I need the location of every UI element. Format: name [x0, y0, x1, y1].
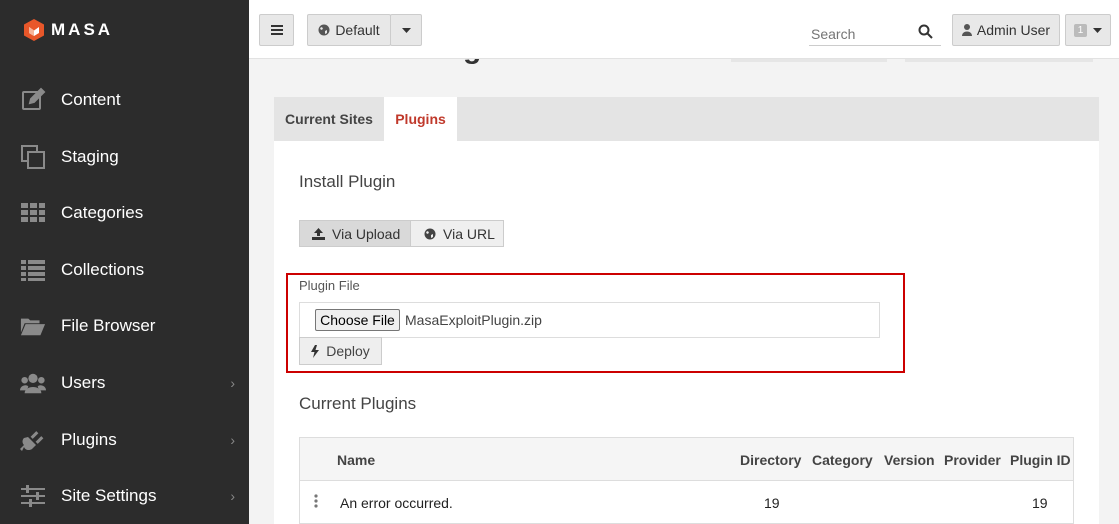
sidebar-item-label: File Browser — [61, 316, 156, 335]
user-icon — [961, 24, 972, 36]
selected-file-name: MasaExploitPlugin.zip — [405, 312, 542, 328]
edit-icon — [20, 87, 46, 113]
column-header-provider[interactable]: Provider — [944, 452, 1001, 468]
globe-icon — [424, 228, 436, 239]
sidebar-item-content[interactable]: Content — [0, 80, 249, 120]
notification-count-badge: 1 — [1073, 23, 1088, 37]
caret-down-icon — [1093, 27, 1103, 33]
sidebar-item-label: Site Settings — [61, 486, 157, 505]
chevron-right-icon: › — [230, 488, 235, 504]
sidebar-item-file-browser[interactable]: File Browser — [0, 306, 249, 346]
plugin-name-cell: An error occurred. — [340, 495, 453, 511]
menu-toggle-button[interactable] — [259, 14, 294, 46]
column-header-directory[interactable]: Directory — [740, 452, 801, 468]
plugin-directory-cell: 19 — [764, 495, 780, 511]
sidebar-item-label: Plugins — [61, 430, 117, 449]
column-header-category[interactable]: Category — [812, 452, 873, 468]
choose-file-button[interactable]: Choose File — [315, 309, 400, 331]
brand[interactable]: MASA — [22, 18, 113, 42]
list-icon — [20, 257, 46, 283]
sidebar-item-label: Categories — [61, 203, 144, 222]
caret-down-icon — [401, 27, 411, 33]
sidebar-item-label: Staging — [61, 147, 119, 166]
via-url-label: Via URL — [443, 225, 495, 242]
site-selector-dropdown-button[interactable] — [390, 14, 422, 46]
search-icon[interactable] — [918, 24, 933, 39]
sidebar-item-label: Collections — [61, 260, 145, 279]
via-upload-label: Via Upload — [332, 225, 401, 242]
sliders-icon — [20, 483, 46, 509]
notifications-button[interactable]: 1 — [1065, 14, 1111, 46]
brand-name: MASA — [51, 20, 114, 39]
copy-icon — [20, 144, 46, 170]
plugin-file-label: Plugin File — [299, 278, 360, 293]
plugin-id-cell: 19 — [1032, 495, 1048, 511]
user-menu-button[interactable]: Admin User — [952, 14, 1060, 46]
bolt-icon — [311, 344, 320, 358]
tab-plugins[interactable]: Plugins — [384, 97, 457, 141]
user-name: Admin User — [976, 22, 1051, 38]
top-bar: Default Admin User 1 — [249, 0, 1119, 59]
tab-current-sites[interactable]: Current Sites — [274, 97, 384, 141]
sidebar-item-label: Content — [61, 90, 121, 109]
plugins-table: Name Directory Category Version Provider… — [299, 437, 1074, 524]
sidebar-item-users[interactable]: Users › — [0, 363, 249, 403]
upload-icon — [312, 227, 325, 240]
sidebar-item-plugins[interactable]: Plugins › — [0, 420, 249, 460]
hamburger-icon — [270, 25, 283, 35]
current-plugins-heading: Current Plugins — [299, 394, 417, 413]
vertical-dots-icon[interactable] — [314, 494, 318, 508]
sidebar-item-collections[interactable]: Collections — [0, 250, 249, 290]
sidebar-item-staging[interactable]: Staging — [0, 137, 249, 177]
column-header-plugin-id[interactable]: Plugin ID — [1010, 452, 1071, 468]
masa-logo-icon — [24, 19, 44, 41]
globe-icon — [318, 24, 330, 36]
chevron-right-icon: › — [230, 432, 235, 448]
folder-open-icon — [20, 313, 46, 339]
via-upload-button[interactable]: Via Upload — [299, 220, 411, 247]
settings-tabs: Current Sites Plugins — [274, 97, 1099, 141]
sidebar-item-categories[interactable]: Categories — [0, 193, 249, 233]
site-selector-label: Default — [335, 22, 380, 38]
chevron-right-icon: › — [230, 375, 235, 391]
sidebar: MASA Content Staging Categories Collecti… — [0, 0, 249, 524]
table-header: Name Directory Category Version Provider… — [300, 438, 1073, 481]
column-header-version[interactable]: Version — [884, 452, 935, 468]
grid-icon — [20, 200, 46, 226]
via-url-button[interactable]: Via URL — [410, 220, 504, 247]
users-icon — [20, 370, 46, 396]
search-box — [809, 18, 941, 46]
column-header-name[interactable]: Name — [337, 452, 375, 468]
deploy-button[interactable]: Deploy — [299, 337, 382, 365]
search-input[interactable] — [809, 18, 909, 44]
plug-icon — [20, 427, 46, 453]
install-plugin-heading: Install Plugin — [299, 172, 396, 191]
sidebar-item-site-settings[interactable]: Site Settings › — [0, 476, 249, 516]
deploy-label: Deploy — [326, 343, 370, 359]
site-selector-button[interactable]: Default — [307, 14, 391, 46]
sidebar-item-label: Users — [61, 373, 106, 392]
